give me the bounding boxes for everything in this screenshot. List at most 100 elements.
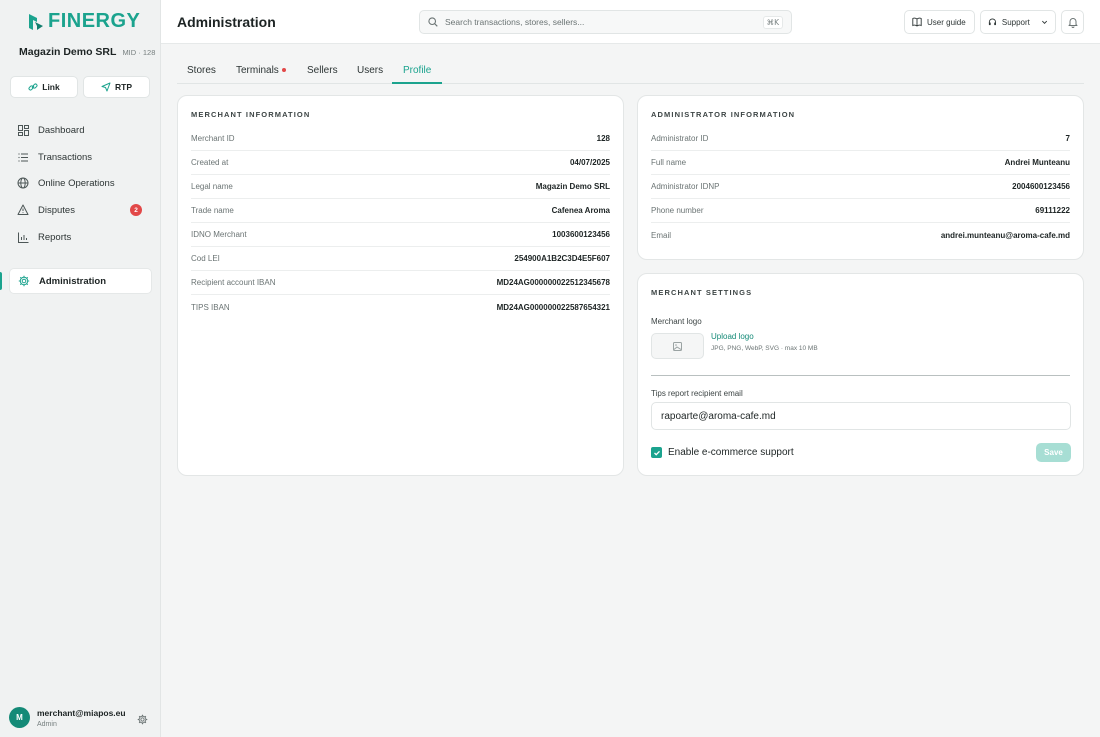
search-icon <box>428 17 438 27</box>
tips-email-input[interactable] <box>651 402 1071 430</box>
info-row-key: Recipient account IBAN <box>191 278 276 287</box>
notifications-button[interactable] <box>1061 10 1084 34</box>
sidebar: FINERGY Magazin Demo SRL MID · 128 Link … <box>0 0 161 737</box>
search-input[interactable] <box>445 17 745 27</box>
nav-item-transactions[interactable]: Transactions <box>9 144 152 170</box>
info-row-key: Legal name <box>191 182 233 191</box>
search-shortcut: ⌘K <box>762 16 783 29</box>
info-row-value: MD24AG000000022587654321 <box>496 302 610 312</box>
bar-chart-icon <box>17 231 29 243</box>
merchant-mid: MID · 128 <box>122 48 156 57</box>
info-row: IDNO Merchant 1003600123456 <box>191 223 610 247</box>
finergy-logo-icon <box>29 13 43 30</box>
nav-label-reports: Reports <box>38 231 72 243</box>
save-button[interactable]: Save <box>1036 443 1071 462</box>
info-row: TIPS IBAN MD24AG000000022587654321 <box>191 295 610 319</box>
ecommerce-checkbox[interactable] <box>651 447 662 458</box>
info-row: Phone number 69111222 <box>651 199 1070 223</box>
brand-name: FINERGY <box>48 10 141 32</box>
nav-item-reports[interactable]: Reports <box>9 224 152 250</box>
nav-label-dashboard: Dashboard <box>38 124 85 136</box>
user-guide-label: User guide <box>927 17 966 27</box>
info-row: Merchant ID 128 <box>191 127 610 151</box>
active-nav-marker <box>0 272 2 290</box>
info-row-value: Magazin Demo SRL <box>535 182 610 191</box>
info-row: Legal name Magazin Demo SRL <box>191 175 610 199</box>
info-row-value: Andrei Munteanu <box>1004 158 1070 167</box>
info-row-key: Cod LEI <box>191 254 220 263</box>
info-row-key: IDNO Merchant <box>191 230 247 239</box>
info-row-key: Phone number <box>651 206 704 215</box>
link-icon <box>28 83 38 91</box>
tab-terminals[interactable]: Terminals <box>236 65 279 76</box>
info-row-key: Administrator IDNP <box>651 182 720 191</box>
avatar: M <box>9 707 30 728</box>
info-row-key: Full name <box>651 158 687 167</box>
support-dropdown[interactable]: Support <box>980 10 1056 34</box>
merchant-switcher[interactable]: Magazin Demo SRL MID · 128 <box>19 46 155 58</box>
info-row: Email andrei.munteanu@aroma-cafe.md <box>651 223 1070 247</box>
tab-profile[interactable]: Profile <box>403 65 431 76</box>
info-row-value: 04/07/2025 <box>569 158 610 167</box>
nav-item-administration[interactable]: Administration <box>9 268 152 294</box>
global-search[interactable]: ⌘K <box>419 10 792 34</box>
info-row-value: 1003600123456 <box>552 230 610 239</box>
upload-logo-hint: JPG, PNG, WebP, SVG · max 10 MB <box>711 345 818 352</box>
link-button[interactable]: Link <box>10 76 78 98</box>
settings-divider <box>651 375 1070 376</box>
administrator-information-card: ADMINISTRATOR INFORMATION Administrator … <box>637 95 1084 260</box>
info-row-value: andrei.munteanu@aroma-cafe.md <box>940 230 1070 240</box>
info-row-value: MD24AG000000022512345678 <box>496 278 610 287</box>
page-title: Administration <box>177 14 276 30</box>
info-row-key: Created at <box>191 158 229 167</box>
chevron-down-icon <box>1041 20 1047 24</box>
link-button-label: Link <box>42 82 60 92</box>
user-profile[interactable]: M merchant@miapos.eu Admin <box>9 707 126 728</box>
warning-icon <box>17 204 29 216</box>
info-row-key: Trade name <box>191 206 234 215</box>
info-row: Trade name Cafenea Aroma <box>191 199 610 223</box>
info-row-key: Administrator ID <box>651 134 709 143</box>
bell-icon <box>1068 17 1077 28</box>
upload-logo-link[interactable]: Upload logo <box>711 332 754 341</box>
info-row-key: Merchant ID <box>191 134 235 143</box>
tips-email-label: Tips report recipient email <box>651 389 743 398</box>
nav-label-transactions: Transactions <box>38 151 93 163</box>
merchant-information-card: MERCHANT INFORMATION Merchant ID 128 Creat… <box>177 95 624 476</box>
merchant-settings-card: MERCHANT SETTINGS Merchant logo Upload l… <box>637 273 1084 476</box>
nav-label-online-operations: Online Operations <box>38 177 115 189</box>
checkmark-icon <box>653 450 660 456</box>
nav-item-disputes[interactable]: Disputes 2 <box>9 197 152 223</box>
info-row-value: Cafenea Aroma <box>551 206 610 215</box>
disputes-count-badge: 2 <box>130 204 142 216</box>
brand-logo[interactable]: FINERGY <box>28 10 140 33</box>
info-row: Administrator ID 7 <box>651 127 1070 151</box>
rtp-button[interactable]: RTP <box>83 76 150 98</box>
admin-tabs: Stores Terminals Sellers Users Profile <box>177 56 1084 84</box>
headset-icon <box>988 18 996 26</box>
nav-label-disputes: Disputes <box>38 204 75 216</box>
merchant-name: Magazin Demo SRL <box>19 46 117 58</box>
info-row-value: 128 <box>596 134 610 143</box>
ecommerce-toggle[interactable]: Enable e-commerce support <box>651 447 794 458</box>
administrator-information-title: ADMINISTRATOR INFORMATION <box>651 110 796 119</box>
tab-users[interactable]: Users <box>357 65 383 76</box>
logo-placeholder[interactable] <box>651 333 704 359</box>
info-row-key: Email <box>651 230 672 240</box>
tab-stores[interactable]: Stores <box>187 65 216 76</box>
book-icon <box>912 17 922 27</box>
nav-item-dashboard[interactable]: Dashboard <box>9 117 152 143</box>
user-guide-button[interactable]: User guide <box>904 10 975 34</box>
support-label: Support <box>1001 17 1030 27</box>
tab-sellers[interactable]: Sellers <box>307 65 338 76</box>
list-icon <box>17 151 29 163</box>
info-row-key: TIPS IBAN <box>191 302 230 312</box>
info-row-value: 7 <box>1065 134 1070 143</box>
ecommerce-label: Enable e-commerce support <box>668 447 794 458</box>
user-settings-gear-icon[interactable] <box>137 712 148 730</box>
info-row-value: 254900A1B2C3D4E5F607 <box>514 254 610 263</box>
nav-item-online-operations[interactable]: Online Operations <box>9 170 152 196</box>
info-row: Administrator IDNP 2004600123456 <box>651 175 1070 199</box>
image-placeholder-icon <box>673 341 682 351</box>
user-role: Admin <box>37 720 57 728</box>
